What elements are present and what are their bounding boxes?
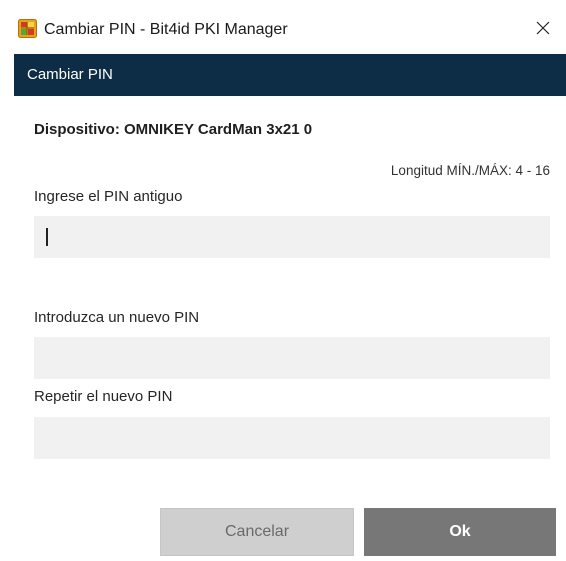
repeat-pin-label: Repetir el nuevo PIN xyxy=(34,388,173,405)
pin-length-note: Longitud MÍN./MÁX: 4 - 16 xyxy=(390,163,550,178)
close-icon xyxy=(536,21,550,40)
new-pin-input[interactable] xyxy=(34,337,550,379)
device-label: Dispositivo: OMNIKEY CardMan 3x21 0 xyxy=(34,121,313,138)
window-titlebar: Cambiar PIN - Bit4id PKI Manager xyxy=(0,0,566,54)
dialog-title: Cambiar PIN xyxy=(27,66,113,83)
bit4id-card-icon xyxy=(18,19,37,38)
text-cursor xyxy=(46,228,48,246)
ok-button[interactable]: Ok xyxy=(364,508,556,556)
old-pin-input[interactable] xyxy=(34,216,550,258)
close-button[interactable] xyxy=(526,14,560,46)
old-pin-label: Ingrese el PIN antiguo xyxy=(34,188,183,205)
window-title: Cambiar PIN - Bit4id PKI Manager xyxy=(44,21,288,38)
repeat-pin-input[interactable] xyxy=(34,417,550,459)
new-pin-label: Introduzca un nuevo PIN xyxy=(34,309,200,326)
cancel-button[interactable]: Cancelar xyxy=(160,508,354,556)
dialog-header: Cambiar PIN xyxy=(14,54,566,96)
